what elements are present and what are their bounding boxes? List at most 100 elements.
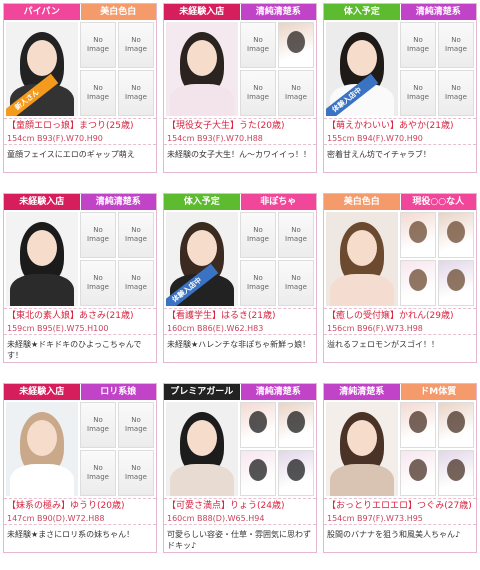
tag-secondary: 現役○○な人	[399, 194, 476, 210]
thumbnail[interactable]: No Image	[80, 70, 116, 116]
thumbnail[interactable]: No Image	[118, 70, 154, 116]
thumbnail[interactable]	[438, 450, 474, 496]
thumbnail-grid: No Image No Image No Image No Image	[80, 212, 154, 306]
cast-card[interactable]: 美白色白 現役○○な人 【癒しの受付嬢】かれん(29歳) 156cm B96(F).W…	[323, 193, 477, 363]
cast-name[interactable]: 【萌えかわいい】あやか(21歳)	[324, 118, 476, 133]
main-photo[interactable]	[6, 402, 78, 496]
tag-primary: 未経験入店	[4, 194, 80, 210]
face-shape	[187, 420, 217, 456]
main-photo[interactable]	[326, 212, 398, 306]
photo-area	[324, 210, 476, 308]
thumbnail[interactable]: No Image	[240, 70, 276, 116]
cast-card[interactable]: 体入予定 清純清楚系 体験入店中 No Image No Image No Image No Ima…	[323, 3, 477, 173]
thumbnail[interactable]: No Image	[80, 260, 116, 306]
no-image-label: No Image	[87, 464, 109, 481]
cast-card[interactable]: 体入予定 非ぽちゃ 体験入店中 No Image No Image No Image No Imag…	[163, 193, 317, 363]
cast-name[interactable]: 【童顔エロっ娘】まつり(25歳)	[4, 118, 156, 133]
main-photo[interactable]: 新人さん	[6, 22, 78, 116]
thumbnail[interactable]: No Image	[278, 70, 314, 116]
main-photo[interactable]	[6, 212, 78, 306]
thumbnail[interactable]: No Image	[80, 450, 116, 496]
thumbnail[interactable]	[438, 402, 474, 448]
thumbnail[interactable]: No Image	[400, 70, 436, 116]
no-image-label: No Image	[285, 274, 307, 291]
thumbnail[interactable]: No Image	[118, 212, 154, 258]
no-image-label: No Image	[247, 226, 269, 243]
cast-measurements: 159cm B95(E).W75.H100	[4, 323, 156, 335]
cast-card[interactable]: パイパン 美白色白 新人さん No Image No Image No Image No Image…	[3, 3, 157, 173]
tag-row: 未経験入店 清純清楚系	[4, 194, 156, 210]
photo-area: 体験入店中 No Image No Image No Image No Image	[324, 20, 476, 118]
tag-secondary: 非ぽちゃ	[239, 194, 316, 210]
photo-area	[324, 400, 476, 498]
tag-secondary: ドM体質	[399, 384, 476, 400]
no-image-label: No Image	[87, 274, 109, 291]
thumbnail[interactable]: No Image	[80, 212, 116, 258]
thumbnail[interactable]: No Image	[278, 212, 314, 258]
thumbnail[interactable]	[438, 260, 474, 306]
thumbnail[interactable]	[400, 260, 436, 306]
cast-name[interactable]: 【癒しの受付嬢】かれん(29歳)	[324, 308, 476, 323]
tag-row: 未経験入店 清純清楚系	[164, 4, 316, 20]
thumbnail-grid: No Image No Image No Image No Image	[240, 212, 314, 306]
photo-area: 体験入店中 No Image No Image No Image No Image	[164, 210, 316, 308]
main-photo[interactable]	[326, 402, 398, 496]
main-photo[interactable]: 体験入店中	[326, 22, 398, 116]
cast-name[interactable]: 【妹系の極み】ゆうり(20歳)	[4, 498, 156, 513]
body-shape	[330, 274, 394, 306]
cast-measurements: 154cm B97(F).W73.H95	[324, 513, 476, 525]
thumbnail[interactable]: No Image	[118, 450, 154, 496]
thumbnail[interactable]	[278, 450, 314, 496]
thumbnail[interactable]	[240, 450, 276, 496]
thumbnail[interactable]	[278, 402, 314, 448]
thumbnail[interactable]: No Image	[400, 22, 436, 68]
thumbnail[interactable]	[400, 212, 436, 258]
thumbnail-grid: No Image No Image No Image No Image	[80, 22, 154, 116]
thumbnail[interactable]: No Image	[438, 22, 474, 68]
thumbnail-grid: No Image No Image No Image	[240, 22, 314, 116]
thumbnail[interactable]	[278, 22, 314, 68]
thumbnail[interactable]: No Image	[438, 70, 474, 116]
main-photo[interactable]: 体験入店中	[166, 212, 238, 306]
thumbnail-grid: No Image No Image No Image No Image	[80, 402, 154, 496]
main-photo[interactable]	[166, 402, 238, 496]
cast-card[interactable]: 清純清楚系 ドM体質 【おっとりエロエロ】つぐみ(27歳) 154cm B97(F).…	[323, 383, 477, 553]
photo-area	[164, 400, 316, 498]
cast-catchphrase: 溢れるフェロモンがスゴイ！！	[327, 340, 439, 349]
cast-card[interactable]: 未経験入店 清純清楚系 No Image No Image No Image No Image 【東…	[3, 193, 157, 363]
body-shape	[170, 464, 234, 496]
tag-row: 美白色白 現役○○な人	[324, 194, 476, 210]
cast-name[interactable]: 【可愛さ満点】りょう(24歳)	[164, 498, 316, 513]
thumbnail[interactable]: No Image	[118, 402, 154, 448]
cast-measurements: 160cm B88(D).W65.H94	[164, 513, 316, 525]
thumbnail[interactable]: No Image	[240, 260, 276, 306]
tag-secondary: 美白色白	[79, 4, 156, 20]
cast-card[interactable]: 未経験入店 清純清楚系 No Image No Image No Image 【現役女子大生】う…	[163, 3, 317, 173]
main-photo[interactable]	[166, 22, 238, 116]
thumbnail[interactable]	[400, 450, 436, 496]
thumb-figure	[287, 459, 305, 481]
thumbnail[interactable]: No Image	[118, 260, 154, 306]
photo-area: 新人さん No Image No Image No Image No Image	[4, 20, 156, 118]
thumbnail[interactable]: No Image	[278, 260, 314, 306]
thumbnail[interactable]	[438, 212, 474, 258]
cast-measurements: 156cm B96(F).W73.H98	[324, 323, 476, 335]
thumbnail[interactable]: No Image	[80, 22, 116, 68]
thumbnail[interactable]: No Image	[240, 22, 276, 68]
cast-card[interactable]: プレミアガール 清純清楚系 【可愛さ満点】りょう(24歳) 160cm B88(D).…	[163, 383, 317, 553]
photo-area: No Image No Image No Image No Image	[4, 210, 156, 308]
tag-primary: 体入予定	[164, 194, 240, 210]
cast-name[interactable]: 【東北の素人娘】あさみ(21歳)	[4, 308, 156, 323]
thumbnail[interactable]: No Image	[240, 212, 276, 258]
thumbnail[interactable]: No Image	[118, 22, 154, 68]
thumbnail[interactable]	[240, 402, 276, 448]
cast-name[interactable]: 【看護学生】はるき(21歳)	[164, 308, 316, 323]
thumbnail[interactable]	[400, 402, 436, 448]
no-image-label: No Image	[125, 464, 147, 481]
cast-name[interactable]: 【おっとりエロエロ】つぐみ(27歳)	[324, 498, 476, 513]
thumbnail[interactable]: No Image	[80, 402, 116, 448]
no-image-label: No Image	[247, 84, 269, 101]
cast-catchphrase: 未経験の女子大生！ん〜カワイイっ！！	[167, 150, 311, 159]
cast-name[interactable]: 【現役女子大生】うた(20歳)	[164, 118, 316, 133]
cast-card[interactable]: 未経験入店 ロリ系娘 No Image No Image No Image No Image 【妹系…	[3, 383, 157, 553]
